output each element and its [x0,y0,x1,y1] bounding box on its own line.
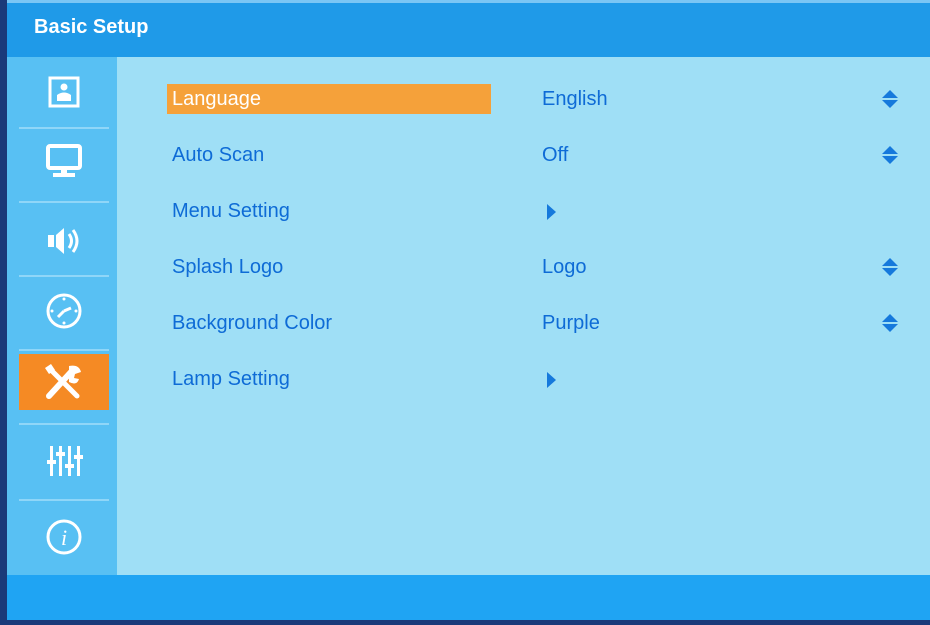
row-label: Menu Setting [172,200,290,222]
menu-row-auto-scan[interactable]: Auto Scan Off [167,137,898,173]
menu-row-language[interactable]: Language English [167,81,898,117]
up-down-arrow-icon[interactable] [881,90,899,108]
menu-row-splash-logo[interactable]: Splash Logo Logo [167,249,898,285]
advanced-sliders-icon [47,446,83,476]
menu-header: Basic Setup [7,0,930,57]
submenu-arrow-icon[interactable] [547,204,556,220]
row-label: Background Color [172,312,333,334]
menu-footer [7,575,930,620]
row-label: Lamp Setting [172,368,290,390]
row-value: English [542,88,608,110]
row-value: Purple [542,312,600,334]
sidebar-divider [19,275,109,277]
sidebar-item-display[interactable] [19,133,109,189]
sidebar-divider [19,423,109,425]
row-label: Language [167,84,491,114]
submenu-arrow-icon[interactable] [547,372,556,388]
row-value: Logo [542,256,587,278]
row-value: Off [542,144,569,166]
sidebar-divider [19,127,109,129]
up-down-arrow-icon[interactable] [881,258,899,276]
row-label: Auto Scan [172,144,265,166]
svg-text:i: i [61,525,67,550]
audio-icon [48,228,79,254]
sidebar-item-setup[interactable] [19,354,109,410]
osd-menu: Basic Setup i Language English Auto Scan… [0,0,930,625]
menu-row-menu-setting[interactable]: Menu Setting [167,193,867,229]
frame-border [7,620,930,625]
sidebar-divider [19,499,109,501]
info-icon: i [46,519,82,555]
sidebar-divider [19,349,109,351]
sidebar-item-audio[interactable] [19,213,109,269]
menu-row-background-color[interactable]: Background Color Purple [167,305,898,341]
sidebar-item-timer[interactable] [19,283,109,339]
sidebar-divider [19,201,109,203]
setup-tools-icon [45,364,81,399]
sidebar-item-advanced[interactable] [19,433,109,489]
settings-panel: Language English Auto Scan Off Menu Sett… [117,57,930,575]
row-label: Splash Logo [172,256,284,278]
frame-border [0,0,7,625]
menu-row-lamp-setting[interactable]: Lamp Setting [167,361,867,397]
sidebar-item-information[interactable]: i [19,509,109,565]
timer-icon [46,293,82,329]
sidebar-item-picture[interactable] [19,64,109,120]
picture-icon [48,76,80,108]
menu-title: Basic Setup [34,16,149,38]
display-icon [46,144,82,177]
category-sidebar: i [7,57,117,575]
up-down-arrow-icon[interactable] [881,314,899,332]
up-down-arrow-icon[interactable] [881,146,899,164]
